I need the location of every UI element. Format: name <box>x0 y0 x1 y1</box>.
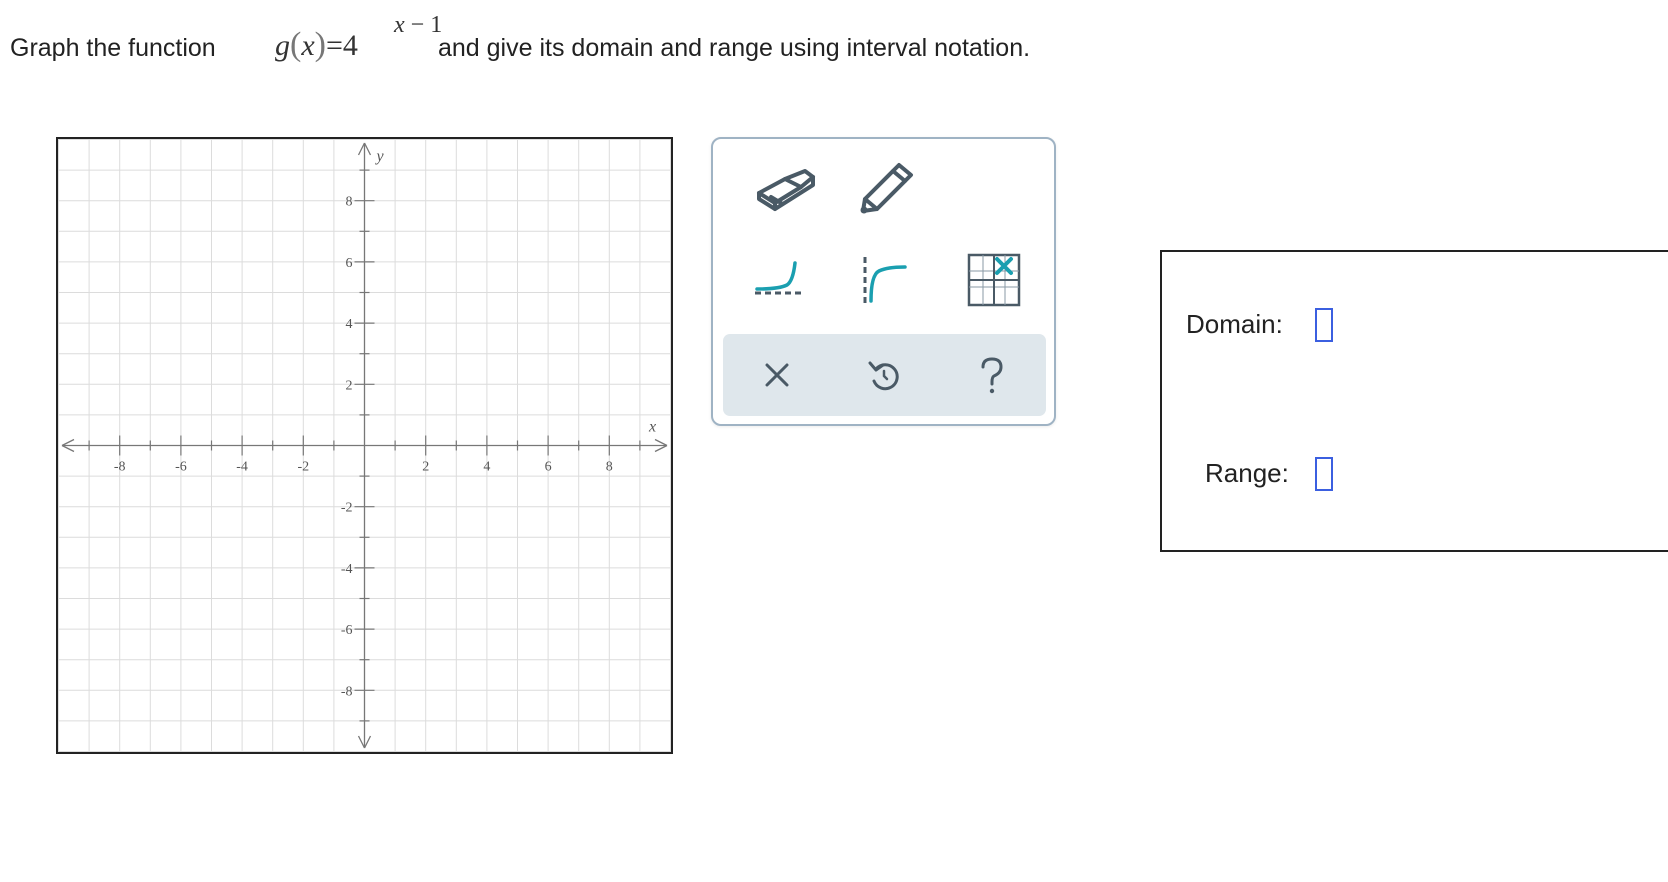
coordinate-plane[interactable]: -8 -6 -4 -2 2 4 6 8 8 6 4 2 -2 -4 -6 -8 x y <box>58 139 671 752</box>
eraser-tool[interactable] <box>749 157 819 217</box>
logarithm-tool[interactable] <box>853 249 923 309</box>
function-base: =4 <box>325 29 358 62</box>
function-name: g <box>275 29 290 62</box>
question-prefix: Graph the function <box>10 34 216 62</box>
logarithmic-curve-icon <box>863 257 907 305</box>
exponential-tool[interactable] <box>749 249 819 309</box>
close-icon <box>765 363 789 387</box>
y-tick-label: -6 <box>341 623 353 638</box>
range-input[interactable] <box>1315 457 1333 491</box>
x-tick-label: -4 <box>236 460 248 475</box>
help-button[interactable] <box>962 345 1022 405</box>
function-variable: x <box>301 29 315 62</box>
y-tick-label: -8 <box>341 684 353 699</box>
clear-button[interactable] <box>747 345 807 405</box>
x-tick-label: 4 <box>483 460 490 475</box>
undo-icon <box>868 361 899 391</box>
y-tick-label: 6 <box>346 256 353 271</box>
graphing-area[interactable]: -8 -6 -4 -2 2 4 6 8 8 6 4 2 -2 -4 -6 -8 x y <box>56 137 673 754</box>
y-tick-label: -2 <box>341 501 353 516</box>
exponent-variable: x <box>394 12 405 38</box>
paren-close: ) <box>314 26 326 63</box>
x-tick-label: 8 <box>606 460 613 475</box>
exponential-curve-icon <box>755 261 801 295</box>
help-icon <box>981 357 1003 394</box>
no-solution-tool[interactable] <box>959 249 1029 309</box>
x-tick-label: -8 <box>114 460 126 475</box>
y-axis-label: y <box>375 148 385 165</box>
x-tick-label: 6 <box>545 460 552 475</box>
y-tick-label: 2 <box>346 378 353 393</box>
x-axis-label: x <box>648 419 656 436</box>
eraser-icon <box>757 169 815 211</box>
function-exponent: x − 1 <box>394 12 442 39</box>
no-solution-grid-icon <box>967 253 1021 307</box>
x-tick-label: 2 <box>422 460 429 475</box>
action-bar <box>723 334 1046 416</box>
graphing-toolbar <box>711 137 1056 426</box>
y-tick-label: -4 <box>341 562 353 577</box>
range-label: Range: <box>1205 458 1289 488</box>
answer-panel: Domain: Range: <box>1160 250 1668 552</box>
domain-input[interactable] <box>1315 308 1333 342</box>
domain-label: Domain: <box>1186 309 1283 339</box>
y-tick-label: 4 <box>346 317 353 332</box>
x-tick-label: -6 <box>175 460 187 475</box>
y-tick-label: 8 <box>346 195 353 210</box>
x-tick-label: -2 <box>297 460 309 475</box>
function-expression: g(x)=4 <box>275 26 358 64</box>
question-suffix: and give its domain and range using inte… <box>438 34 1031 62</box>
pencil-tool[interactable] <box>853 157 923 217</box>
paren-open: ( <box>290 26 302 63</box>
undo-button[interactable] <box>854 345 914 405</box>
pencil-icon <box>860 163 913 214</box>
